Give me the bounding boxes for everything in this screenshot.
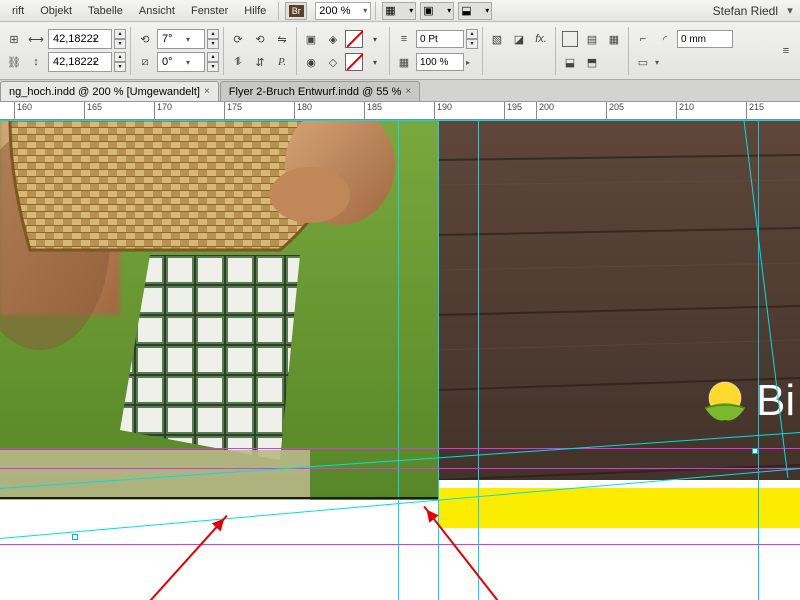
ref-point-icon[interactable]: ⊞ (4, 29, 24, 49)
dd-icon[interactable]: ▾ (365, 29, 385, 49)
wrap-jump-icon[interactable]: ⬓ (560, 52, 580, 72)
guide-v[interactable] (478, 120, 479, 600)
effects-icon[interactable]: ◪ (509, 29, 529, 49)
corner-radius[interactable]: 0 mm (677, 30, 733, 48)
menu-item[interactable]: Fenster (183, 3, 236, 19)
tab-2[interactable]: Flyer 2-Bruch Entwurf.indd @ 55 % × (220, 81, 420, 101)
height-field[interactable]: 42,18222 (48, 52, 112, 72)
menu-item[interactable]: Objekt (32, 3, 80, 19)
menu-item[interactable]: Tabelle (80, 3, 131, 19)
wrap-shape-icon[interactable]: ▦ (604, 29, 624, 49)
wrap-bbox-icon[interactable]: ▤ (582, 29, 602, 49)
drop-shadow-icon[interactable]: ▧ (487, 29, 507, 49)
guide-h[interactable] (0, 468, 800, 469)
horizontal-ruler[interactable]: 160 165 170 175 180 185 190 195 200 205 … (0, 102, 800, 120)
height-icon: ↕ (26, 52, 46, 72)
selection-handle[interactable] (752, 448, 758, 454)
width-icon: ⟷ (26, 29, 46, 49)
shear-icon: ⧄ (135, 52, 155, 72)
rotate-icon: ⟲ (135, 29, 155, 49)
image-right (438, 120, 800, 600)
menu-bar: rift Objekt Tabelle Ansicht Fenster Hilf… (0, 0, 800, 22)
user-name: Stefan Riedl (713, 4, 784, 18)
stepper[interactable]: ▴▾ (114, 52, 126, 72)
shear-field[interactable]: 0° (157, 52, 205, 72)
fx-icon[interactable]: fx. (531, 29, 551, 49)
bridge-button[interactable]: Br (285, 2, 307, 20)
control-panel: ⊞ ⟷ 42,18222 ▴▾ ⛓ ↕ 42,18222 ▴▾ ⟲ 7° ▴▾ … (0, 22, 800, 80)
select-next-icon[interactable]: ◇ (323, 52, 343, 72)
guide-v[interactable] (398, 120, 399, 600)
menu-item[interactable]: rift (4, 3, 32, 19)
dd-icon[interactable]: ▾ (365, 52, 385, 72)
flip-v-icon[interactable]: ⥮ (228, 52, 248, 72)
stroke-weight-icon: ≡ (394, 29, 414, 49)
tab-1[interactable]: ng_hoch.indd @ 200 % [Umgewandelt] × (0, 81, 219, 101)
canvas[interactable]: Bi (0, 120, 800, 600)
bio-logo-icon (700, 378, 750, 428)
rotation-field[interactable]: 7° (157, 29, 205, 49)
corner-shape-icon[interactable]: ▭ (633, 52, 653, 72)
flip-icon[interactable]: ⇵ (250, 52, 270, 72)
tab-label: Flyer 2-Bruch Entwurf.indd @ 55 % (229, 86, 402, 98)
view-mode-3[interactable]: ⬓▾ (458, 2, 492, 20)
stepper[interactable]: ▴▾ (207, 52, 219, 72)
user-menu-dd[interactable]: ▾ (784, 4, 796, 17)
width-field[interactable]: 42,18222 (48, 29, 112, 49)
opacity-icon: ▦ (394, 52, 414, 72)
p-icon[interactable]: P. (272, 52, 292, 72)
link-icon[interactable]: ⛓ (4, 52, 24, 72)
selection-handle[interactable] (72, 534, 78, 540)
fill-swatch[interactable] (345, 30, 363, 48)
guide-h[interactable] (0, 544, 800, 545)
document-tabs: ng_hoch.indd @ 200 % [Umgewandelt] × Fly… (0, 80, 800, 102)
stepper[interactable]: ▴▾ (114, 29, 126, 49)
stroke-swatch[interactable] (345, 53, 363, 71)
close-icon[interactable]: × (405, 86, 411, 97)
menu-item[interactable]: Hilfe (236, 3, 274, 19)
stroke-weight[interactable]: 0 Pt (416, 30, 464, 48)
flip-h-icon[interactable]: ⇋ (272, 29, 292, 49)
guide-v[interactable] (758, 120, 759, 600)
select-container-icon[interactable]: ▣ (301, 29, 321, 49)
rotate-cw-icon[interactable]: ⟳ (228, 29, 248, 49)
guide-h[interactable] (0, 448, 800, 449)
view-mode-2[interactable]: ▣▾ (420, 2, 454, 20)
stepper[interactable]: ▴▾ (466, 29, 478, 49)
corner-radius-icon: ◜ (655, 29, 675, 49)
select-content-icon[interactable]: ◉ (301, 52, 321, 72)
view-mode-1[interactable]: ▦▾ (382, 2, 416, 20)
select-prev-icon[interactable]: ◈ (323, 29, 343, 49)
zoom-level[interactable]: 200 %▾ (315, 2, 371, 20)
wrap-none-icon[interactable] (560, 29, 580, 49)
baseline (0, 497, 438, 499)
stepper[interactable]: ▴▾ (207, 29, 219, 49)
panel-menu-icon[interactable]: ≡ (776, 41, 796, 61)
opacity-field[interactable]: 100 % (416, 53, 464, 71)
rotate-ccw-icon[interactable]: ⟲ (250, 29, 270, 49)
frame-edge (0, 120, 800, 121)
corner-icon[interactable]: ⌐ (633, 29, 653, 49)
close-icon[interactable]: × (204, 86, 210, 97)
tab-label: ng_hoch.indd @ 200 % [Umgewandelt] (9, 86, 200, 98)
wrap-column-icon[interactable]: ⬒ (582, 52, 602, 72)
menu-item[interactable]: Ansicht (131, 3, 183, 19)
